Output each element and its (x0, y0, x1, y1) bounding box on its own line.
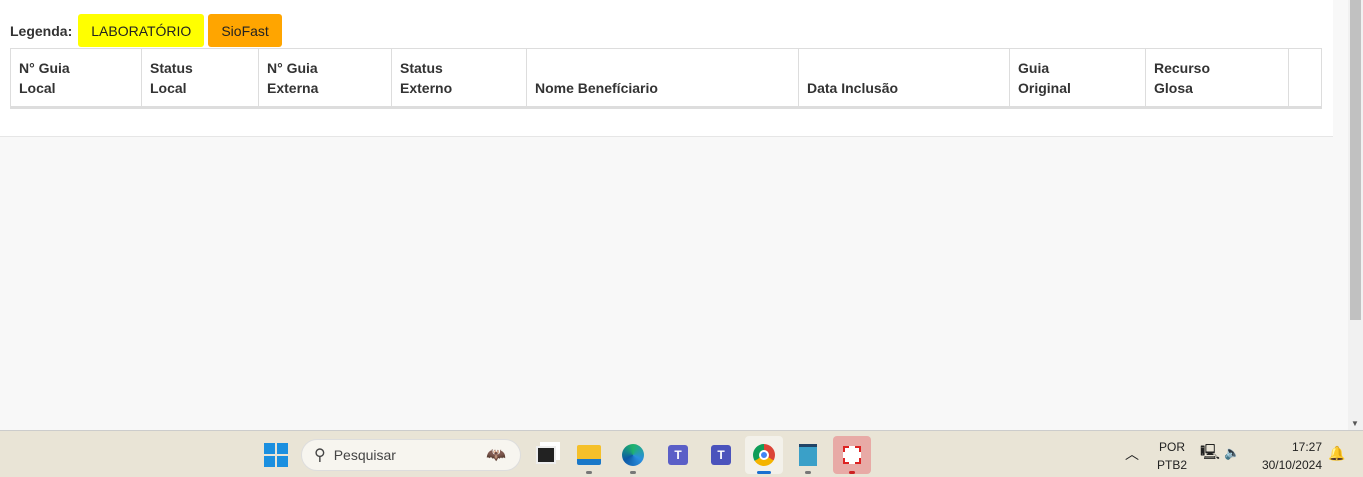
clock[interactable]: 17:27 30/10/2024 (1256, 438, 1322, 474)
legend-siofast: SioFast (208, 14, 282, 47)
scrollbar-thumb[interactable] (1350, 0, 1361, 320)
taskbar-search[interactable]: ⚲ Pesquisar 🦇 (301, 439, 521, 471)
taskbar: ⚲ Pesquisar 🦇 T T ︿ POR PTB2 🖳 🔈 17:27 30/… (0, 430, 1363, 477)
col-status-local[interactable]: Status Local (141, 48, 259, 108)
search-placeholder: Pesquisar (333, 447, 396, 463)
show-hidden-icons-chevron-icon[interactable]: ︿ (1125, 445, 1139, 463)
col-guia-local[interactable]: N° Guia Local (10, 48, 142, 108)
legend: Legenda: LABORATÓRIO SioFast (10, 14, 282, 47)
language-indicator[interactable]: POR PTB2 (1156, 438, 1188, 474)
legend-laboratorio: LABORATÓRIO (78, 14, 205, 47)
vertical-scrollbar[interactable]: ▼ (1348, 0, 1363, 430)
volume-icon[interactable]: 🔈 (1224, 444, 1240, 462)
legend-label: Legenda: (10, 22, 73, 39)
teams-work-icon[interactable]: T (659, 436, 697, 474)
teams-icon[interactable]: T (702, 436, 740, 474)
col-actions (1288, 48, 1322, 108)
search-icon: ⚲ (314, 447, 326, 464)
snipping-tool-icon[interactable] (833, 436, 871, 474)
task-view-icon[interactable] (527, 436, 565, 474)
chrome-icon[interactable] (745, 436, 783, 474)
network-icon[interactable]: 🖳 (1200, 444, 1220, 462)
content-card: Legenda: LABORATÓRIO SioFast N° Guia Loca… (0, 0, 1333, 137)
search-highlight-icon: 🦇 (486, 447, 506, 464)
scroll-down-arrow-icon[interactable]: ▼ (1351, 419, 1359, 428)
col-guia-original[interactable]: Guia Original (1009, 48, 1146, 108)
edge-icon[interactable] (614, 436, 652, 474)
col-recurso-glosa[interactable]: Recurso Glosa (1145, 48, 1289, 108)
table-header-row: N° Guia Local Status Local N° Guia Externa … (10, 48, 1322, 108)
file-explorer-icon[interactable] (570, 436, 608, 474)
col-data-inclusao[interactable]: Data Inclusão (798, 48, 1010, 108)
notification-bell-icon[interactable]: 🔔 (1328, 444, 1345, 462)
col-status-externo[interactable]: Status Externo (391, 48, 527, 108)
windows-start-icon[interactable] (264, 443, 288, 467)
col-nome-beneficiario[interactable]: Nome Benefíciario (526, 48, 799, 108)
notepad-icon[interactable] (789, 436, 827, 474)
col-guia-externa[interactable]: N° Guia Externa (258, 48, 392, 108)
guides-table: N° Guia Local Status Local N° Guia Externa … (10, 48, 1322, 109)
